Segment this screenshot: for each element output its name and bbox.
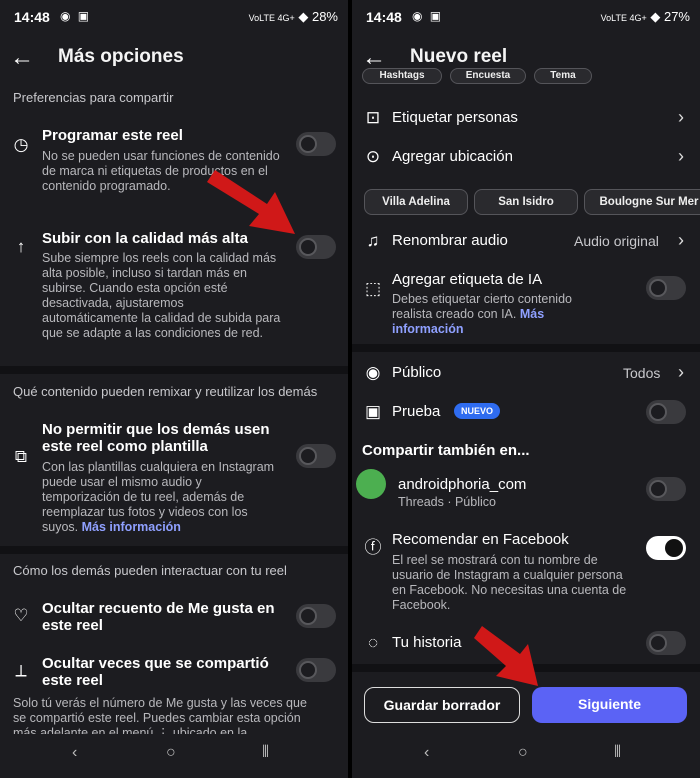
app-bar: ← Más opciones [0, 36, 348, 80]
ai-label-toggle[interactable] [646, 276, 686, 300]
tag-people-label[interactable]: Etiquetar personas [392, 109, 518, 126]
eye-icon: ◉ [365, 363, 381, 382]
template-desc: Con las plantillas cualquiera en Instagr… [42, 460, 282, 535]
battery-text: 28% [311, 9, 338, 24]
audience-value: Todos [623, 365, 661, 381]
facebook-toggle[interactable] [646, 536, 686, 560]
hide-shares-title: Ocultar veces que se compartió este reel [42, 655, 269, 689]
nav-recents-icon[interactable]: ⦀ [614, 744, 621, 762]
hide-likes-toggle[interactable] [296, 604, 336, 628]
quality-desc: Sube siempre los reels con la calidad má… [42, 251, 281, 340]
story-toggle[interactable] [646, 631, 686, 655]
story-ring-icon: ◌ [367, 633, 379, 652]
next-button[interactable]: Siguiente [532, 687, 687, 723]
nav-home-icon[interactable]: ○ [518, 744, 528, 762]
right-screen: 14:48 ◉ ▣ VoLTE 4G+ ◆ 27% ← Nuevo reel H… [352, 0, 700, 778]
signal-icon: VoLTE 4G+ [600, 13, 647, 23]
left-screen: 14:48 ◉ ▣ VoLTE 4G+ ◆ 28% ← Más opciones… [0, 0, 348, 778]
wifi-icon: ◆ [650, 9, 661, 24]
divider [0, 546, 348, 554]
avatar [356, 469, 386, 499]
back-arrow-icon[interactable]: ← [10, 44, 34, 72]
page-title: Nuevo reel [410, 46, 508, 67]
location-chip[interactable]: San Isidro [474, 189, 578, 215]
divider [0, 366, 348, 374]
system-nav-bar: ‹ ○ ⦀ [0, 734, 348, 778]
battery-text: 27% [663, 9, 690, 24]
audience-label[interactable]: Público [392, 364, 441, 381]
hide-likes-title: Ocultar recuento de Me gusta en este ree… [42, 600, 275, 634]
status-bar: 14:48 ◉ ▣ VoLTE 4G+ ◆ 28% [0, 0, 348, 34]
schedule-title: Programar este reel [42, 127, 183, 144]
nav-home-icon[interactable]: ○ [166, 744, 176, 762]
status-time: 14:48 [14, 9, 50, 25]
quality-toggle[interactable] [296, 235, 336, 259]
share-also-heading: Compartir también en... [362, 442, 530, 459]
hide-shares-toggle[interactable] [296, 658, 336, 682]
trial-reel-icon: ▣ [364, 402, 382, 421]
threads-sub: Threads · Público [398, 495, 496, 509]
rename-audio-value: Audio original [574, 233, 659, 249]
chevron-right-icon: › [678, 107, 684, 127]
section-interaction: Cómo los demás pueden interactuar con tu… [13, 563, 287, 578]
schedule-toggle[interactable] [296, 132, 336, 156]
save-draft-button[interactable]: Guardar borrador [364, 687, 520, 723]
heart-off-icon: ♡ [13, 606, 29, 625]
status-bar: 14:48 ◉ ▣ VoLTE 4G+ ◆ 27% [352, 0, 700, 34]
location-pin-icon: ⊙ [365, 147, 381, 166]
threads-toggle[interactable] [646, 477, 686, 501]
footer-note: Solo tú verás el número de Me gusta y la… [13, 696, 307, 736]
nav-recents-icon[interactable]: ⦀ [262, 744, 269, 762]
status-right: VoLTE 4G+ ◆ 27% [601, 9, 690, 25]
status-right: VoLTE 4G+ ◆ 28% [249, 9, 338, 25]
chip-hashtags[interactable]: Hashtags [362, 68, 442, 84]
trial-label: Prueba [392, 403, 441, 420]
chip-topic[interactable]: Tema [534, 68, 592, 84]
section-sharing-preferences: Preferencias para compartir [13, 90, 174, 105]
chip-poll[interactable]: Encuesta [450, 68, 526, 84]
notification-icons: ◉ ▣ [412, 9, 444, 23]
story-label: Tu historia [392, 634, 462, 651]
trial-toggle[interactable] [646, 400, 686, 424]
new-badge: NUEVO [454, 403, 501, 419]
ai-label-title: Agregar etiqueta de IA [392, 271, 543, 288]
system-nav-bar: ‹ ○ ⦀ [352, 734, 700, 778]
location-chip[interactable]: Boulogne Sur Mer [584, 189, 700, 215]
page-title: Más opciones [58, 46, 184, 67]
share-off-icon: ⟂ [15, 661, 27, 680]
template-icon: ⧉ [14, 447, 28, 466]
facebook-icon: ⓕ [364, 538, 382, 557]
notification-icons: ◉ ▣ [60, 9, 92, 23]
ai-label-desc-text: Debes etiquetar cierto contenido realist… [392, 292, 572, 321]
clock-icon: ◷ [13, 135, 29, 154]
chevron-right-icon: › [678, 146, 684, 166]
wifi-icon: ◆ [298, 9, 309, 24]
ai-label-desc: Debes etiquetar cierto contenido realist… [392, 292, 612, 337]
red-pointer-arrow [474, 626, 538, 686]
template-title: No permitir que los demás usen este reel… [42, 421, 270, 455]
upload-arrow-icon: ↑ [16, 237, 26, 256]
rename-audio-label[interactable]: Renombrar audio [392, 232, 508, 249]
ai-label-icon: ⬚ [364, 279, 382, 298]
facebook-desc: El reel se mostrará con tu nombre de usu… [392, 553, 627, 612]
nav-back-icon[interactable]: ‹ [72, 744, 77, 762]
chevron-right-icon: › [678, 230, 684, 250]
threads-account-name: androidphoria_com [398, 476, 527, 493]
nav-back-icon[interactable]: ‹ [424, 744, 429, 762]
add-location-label[interactable]: Agregar ubicación [392, 148, 513, 165]
tag-person-icon: ⊡ [365, 108, 381, 127]
music-note-icon: ♫ [366, 231, 380, 250]
section-remix: Qué contenido pueden remixar y reutiliza… [13, 384, 318, 399]
signal-icon: VoLTE 4G+ [248, 13, 295, 23]
template-toggle[interactable] [296, 444, 336, 468]
more-info-link[interactable]: Más información [82, 520, 181, 534]
red-pointer-arrow [207, 170, 295, 234]
status-time: 14:48 [366, 9, 402, 25]
divider [352, 344, 700, 352]
chevron-right-icon: › [678, 362, 684, 382]
location-chip[interactable]: Villa Adelina [364, 189, 468, 215]
facebook-title: Recomendar en Facebook [392, 531, 569, 548]
